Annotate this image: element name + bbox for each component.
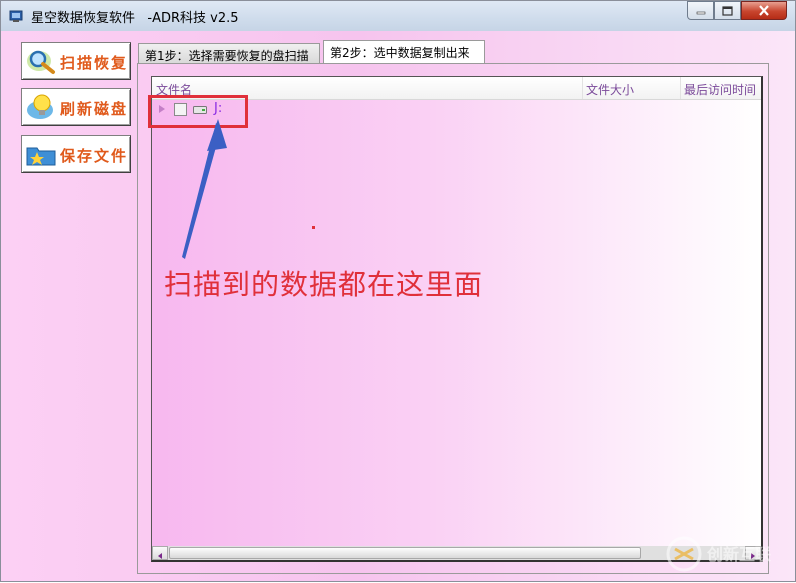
watermark-text: 创新互联 xyxy=(707,545,772,564)
refresh-disk-label: 刷新磁盘 xyxy=(60,100,129,118)
maximize-button[interactable] xyxy=(714,1,741,20)
window-title: 星空数据恢复软件 -ADR科技 v2.5 xyxy=(31,11,239,26)
minimize-button[interactable] xyxy=(687,1,714,20)
maximize-icon xyxy=(722,5,733,16)
save-folder-icon xyxy=(26,147,56,166)
scan-magnifier-icon xyxy=(27,50,55,74)
scroll-thumb[interactable] xyxy=(169,547,641,559)
save-file-button[interactable]: 保存文件 xyxy=(21,135,131,173)
tab-step2[interactable]: 第2步：选中数据复制出来 xyxy=(323,40,485,64)
scan-recover-button[interactable]: 扫描恢复 xyxy=(21,42,131,80)
refresh-disk-button[interactable]: 刷新磁盘 xyxy=(21,88,131,126)
watermark: 创新互联 xyxy=(665,535,793,573)
column-header-last-access[interactable]: 最后访问时间 xyxy=(680,77,762,99)
refresh-bulb-icon xyxy=(27,94,53,119)
annotation-highlight-box xyxy=(148,95,248,128)
annotation-text: 扫描到的数据都在这里面 xyxy=(164,268,484,301)
watermark-logo-icon xyxy=(666,536,702,572)
close-icon xyxy=(759,5,769,16)
annotation-dot xyxy=(312,226,315,229)
client-area: 扫描恢复 刷新磁盘 保存文件 第1步：选择需要恢复的盘扫描 第2步：选中数据复制… xyxy=(7,31,791,577)
scan-recover-label: 扫描恢复 xyxy=(60,54,129,72)
app-window: 星空数据恢复软件 -ADR科技 v2.5 扫描恢复 刷新磁盘 保存文件 第1步：… xyxy=(0,0,796,582)
arrow-left-icon xyxy=(158,553,162,559)
minimize-icon xyxy=(696,11,705,14)
scroll-left-button[interactable] xyxy=(152,546,168,560)
column-header-filesize[interactable]: 文件大小 xyxy=(582,77,682,99)
save-file-label: 保存文件 xyxy=(60,147,129,165)
tab-step1[interactable]: 第1步：选择需要恢复的盘扫描 xyxy=(138,43,320,64)
file-tree-list[interactable]: 文件名 文件大小 最后访问时间 J: xyxy=(151,76,763,562)
close-button[interactable] xyxy=(741,1,787,20)
title-bar: 星空数据恢复软件 -ADR科技 v2.5 xyxy=(1,1,795,31)
app-icon xyxy=(9,10,23,22)
